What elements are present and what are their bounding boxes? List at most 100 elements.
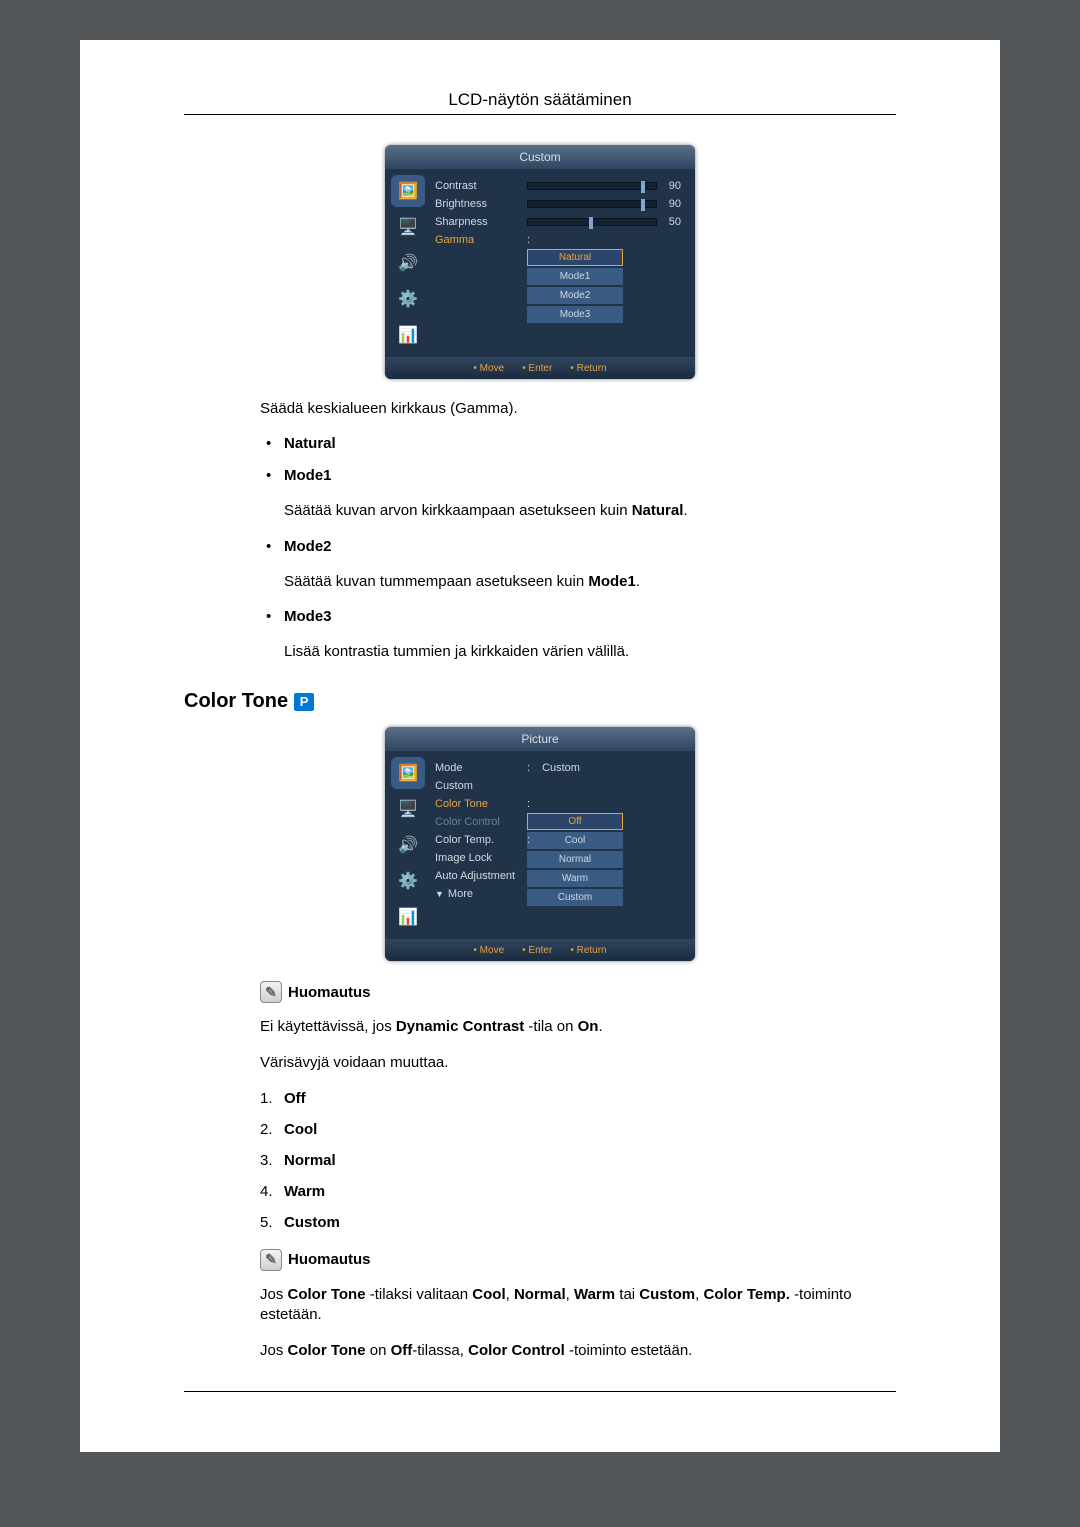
osd-gamma-opt-mode3[interactable]: Mode3 <box>527 306 623 323</box>
opt-label: Cool <box>284 1121 317 1138</box>
note-label: Huomautus <box>288 984 371 1001</box>
osd-sharpness-slider[interactable] <box>527 218 657 226</box>
opt-label: Warm <box>284 1183 325 1200</box>
osd-footer-move: Move <box>473 363 504 374</box>
osd-tone-opt-custom[interactable]: Custom <box>527 889 623 906</box>
body-text-2: ✎ Huomautus Ei käytettävissä, jos Dynami… <box>260 981 896 1361</box>
bullet-mode1: Mode1 Säätää kuvan arvon kirkkaampaan as… <box>260 467 896 521</box>
osd-tone-opt-warm[interactable]: Warm <box>527 870 623 887</box>
osd-body: 🖼️ 🖥️ 🔊 ⚙️ 📊 Contrast 90 Brightness 90 <box>385 169 695 357</box>
osd-screen-tab-icon[interactable]: 🖥️ <box>391 211 425 243</box>
osd-footer-return: Return <box>570 363 606 374</box>
osd-header: Custom <box>385 145 695 169</box>
osd-icon-column: 🖼️ 🖥️ 🔊 ⚙️ 📊 <box>385 169 431 357</box>
osd-more-label: More <box>448 888 473 900</box>
osd-audio-tab-icon[interactable]: 🔊 <box>391 829 425 861</box>
osd-screen-tab-icon[interactable]: 🖥️ <box>391 793 425 825</box>
note1-text: Ei käytettävissä, jos Dynamic Contrast -… <box>260 1017 896 1037</box>
opt-warm: 4.Warm <box>260 1183 896 1200</box>
txt-bold: Dynamic Contrast <box>396 1018 524 1035</box>
osd-gamma-opt-natural[interactable]: Natural <box>527 249 623 266</box>
txt-bold: Normal <box>514 1286 566 1303</box>
osd-brightness-row[interactable]: Brightness 90 <box>435 195 681 213</box>
txt-bold: Cool <box>472 1286 505 1303</box>
txt: -tilaksi valitaan <box>366 1286 473 1303</box>
txt: -tilassa, <box>412 1342 468 1359</box>
bullet-natural: Natural <box>260 435 896 453</box>
txt: Säätää kuvan tummempaan asetukseen kuin <box>284 573 588 590</box>
opt-off: 1.Off <box>260 1090 896 1107</box>
osd-custom-row[interactable]: Custom <box>435 777 681 795</box>
txt: Ei käytettävissä, jos <box>260 1018 396 1035</box>
osd-audio-tab-icon[interactable]: 🔊 <box>391 247 425 279</box>
bullet-mode2: Mode2 Säätää kuvan tummempaan asetukseen… <box>260 538 896 592</box>
osd-tone-opt-normal[interactable]: Normal <box>527 851 623 868</box>
osd-multi-tab-icon[interactable]: 📊 <box>391 319 425 351</box>
osd-footer-enter: Enter <box>522 945 552 956</box>
osd-tone-opt-cool[interactable]: Cool <box>527 832 623 849</box>
colon: : <box>527 834 536 846</box>
txt: . <box>598 1018 602 1035</box>
osd-gamma-label: Gamma <box>435 234 527 246</box>
osd-icon-column: 🖼️ 🖥️ 🔊 ⚙️ 📊 <box>385 751 431 939</box>
txt: -tila on <box>524 1018 577 1035</box>
txt: , <box>506 1286 514 1303</box>
osd-gamma-opt-mode1[interactable]: Mode1 <box>527 268 623 285</box>
osd-gamma-row[interactable]: Gamma : <box>435 231 681 249</box>
osd-mode-label: Mode <box>435 762 527 774</box>
gamma-bullets: Natural Mode1 Säätää kuvan arvon kirkkaa… <box>260 435 896 662</box>
osd-contrast-label: Contrast <box>435 180 527 192</box>
txt: Jos <box>260 1286 288 1303</box>
osd-setup-tab-icon[interactable]: ⚙️ <box>391 865 425 897</box>
note-label: Huomautus <box>288 1251 371 1268</box>
para-change: Värisävyjä voidaan muuttaa. <box>260 1053 896 1073</box>
osd-tone-opt-off[interactable]: Off <box>527 813 623 830</box>
note-icon: ✎ <box>260 1249 282 1271</box>
txt: . <box>683 502 687 519</box>
bullet-mode2-desc: Säätää kuvan tummempaan asetukseen kuin … <box>284 572 896 592</box>
osd-contrast-slider[interactable] <box>527 182 657 190</box>
txt-bold: Warm <box>574 1286 615 1303</box>
osd-setup-tab-icon[interactable]: ⚙️ <box>391 283 425 315</box>
osd-picture-tab-icon[interactable]: 🖼️ <box>391 175 425 207</box>
opt-custom: 5.Custom <box>260 1214 896 1231</box>
txt-bold: Color Control <box>468 1342 565 1359</box>
osd-main: Contrast 90 Brightness 90 Sharpness 50 G… <box>431 169 695 357</box>
body-text: Säädä keskialueen kirkkaus (Gamma). Natu… <box>260 399 896 662</box>
gamma-intro: Säädä keskialueen kirkkaus (Gamma). <box>260 399 896 419</box>
osd-colortone-row[interactable]: Color Tone : <box>435 795 681 813</box>
section-title: Color Tone <box>184 690 288 713</box>
bullet-mode3-label: Mode3 <box>284 608 332 625</box>
osd-mode-row[interactable]: Mode : Custom <box>435 759 681 777</box>
txt: on <box>366 1342 391 1359</box>
osd-brightness-label: Brightness <box>435 198 527 210</box>
osd-footer-return: Return <box>570 945 606 956</box>
osd-footer-enter: Enter <box>522 363 552 374</box>
txt-bold: Color Tone <box>288 1342 366 1359</box>
txt-bold: Color Tone <box>288 1286 366 1303</box>
bullet-mode3: Mode3 Lisää kontrastia tummien ja kirkka… <box>260 608 896 662</box>
txt-bold: Natural <box>632 502 684 519</box>
divider <box>184 114 896 115</box>
note2-text: Jos Color Tone -tilaksi valitaan Cool, N… <box>260 1285 896 1326</box>
p-badge-icon: P <box>294 693 314 711</box>
osd-picture-panel: Picture 🖼️ 🖥️ 🔊 ⚙️ 📊 Mode : Custom Custo… <box>385 727 695 961</box>
colon: : <box>527 234 536 246</box>
bullet-natural-label: Natural <box>284 435 336 452</box>
osd-picture-tab-icon[interactable]: 🖼️ <box>391 757 425 789</box>
bullet-mode2-label: Mode2 <box>284 538 332 555</box>
txt: . <box>636 573 640 590</box>
osd-brightness-slider[interactable] <box>527 200 657 208</box>
txt-bold: On <box>578 1018 599 1035</box>
osd-sharpness-row[interactable]: Sharpness 50 <box>435 213 681 231</box>
osd-mode-value: Custom <box>542 762 580 774</box>
txt: Jos <box>260 1342 288 1359</box>
chevron-down-icon: ▼ <box>435 889 444 899</box>
osd-gamma-opt-mode2[interactable]: Mode2 <box>527 287 623 304</box>
osd-contrast-row[interactable]: Contrast 90 <box>435 177 681 195</box>
opt-cool: 2.Cool <box>260 1121 896 1138</box>
txt: tai <box>615 1286 639 1303</box>
bullet-mode1-label: Mode1 <box>284 467 332 484</box>
txt: , <box>566 1286 574 1303</box>
osd-multi-tab-icon[interactable]: 📊 <box>391 901 425 933</box>
